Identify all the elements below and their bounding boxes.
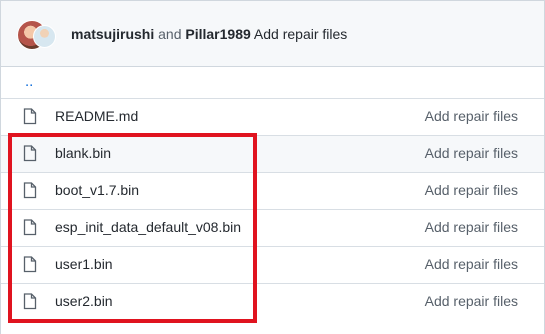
file-row[interactable]: user1.bin Add repair files	[1, 246, 544, 283]
file-commit-message-link[interactable]: Add repair files	[425, 108, 518, 124]
file-commit-message-link[interactable]: Add repair files	[425, 182, 518, 198]
panel-bottom-edge	[1, 322, 544, 334]
parent-directory-link[interactable]: ..	[25, 73, 33, 90]
file-name-link[interactable]: README.md	[55, 108, 138, 124]
file-row[interactable]: user2.bin Add repair files	[1, 283, 544, 320]
file-icon	[23, 293, 37, 310]
file-icon	[23, 256, 37, 273]
file-name-link[interactable]: esp_init_data_default_v08.bin	[55, 219, 241, 235]
file-icon	[23, 219, 37, 236]
file-row[interactable]: blank.bin Add repair files	[1, 135, 544, 172]
file-name-link[interactable]: boot_v1.7.bin	[55, 182, 139, 198]
file-name-link[interactable]: blank.bin	[55, 145, 111, 161]
file-commit-message-link[interactable]: Add repair files	[425, 293, 518, 309]
file-commit-message-link[interactable]: Add repair files	[425, 145, 518, 161]
commit-avatars[interactable]	[17, 20, 57, 50]
commit-conjunction: and	[158, 26, 182, 42]
file-name-link[interactable]: user1.bin	[55, 256, 113, 272]
commit-summary: matsujirushi and Pillar1989 Add repair f…	[71, 26, 347, 42]
file-row[interactable]: README.md Add repair files	[1, 98, 544, 135]
file-name-link[interactable]: user2.bin	[55, 293, 113, 309]
commit-coauthor-link[interactable]: Pillar1989	[185, 26, 250, 42]
file-row[interactable]: boot_v1.7.bin Add repair files	[1, 172, 544, 209]
file-row[interactable]: esp_init_data_default_v08.bin Add repair…	[1, 209, 544, 246]
avatar[interactable]	[33, 25, 56, 48]
file-commit-message-link[interactable]: Add repair files	[425, 219, 518, 235]
commit-author-link[interactable]: matsujirushi	[71, 26, 154, 42]
file-icon	[23, 182, 37, 199]
latest-commit-bar: matsujirushi and Pillar1989 Add repair f…	[1, 1, 544, 67]
file-icon	[23, 145, 37, 162]
commit-message-link[interactable]: Add repair files	[254, 26, 347, 42]
file-commit-message-link[interactable]: Add repair files	[425, 256, 518, 272]
file-icon	[23, 108, 37, 125]
